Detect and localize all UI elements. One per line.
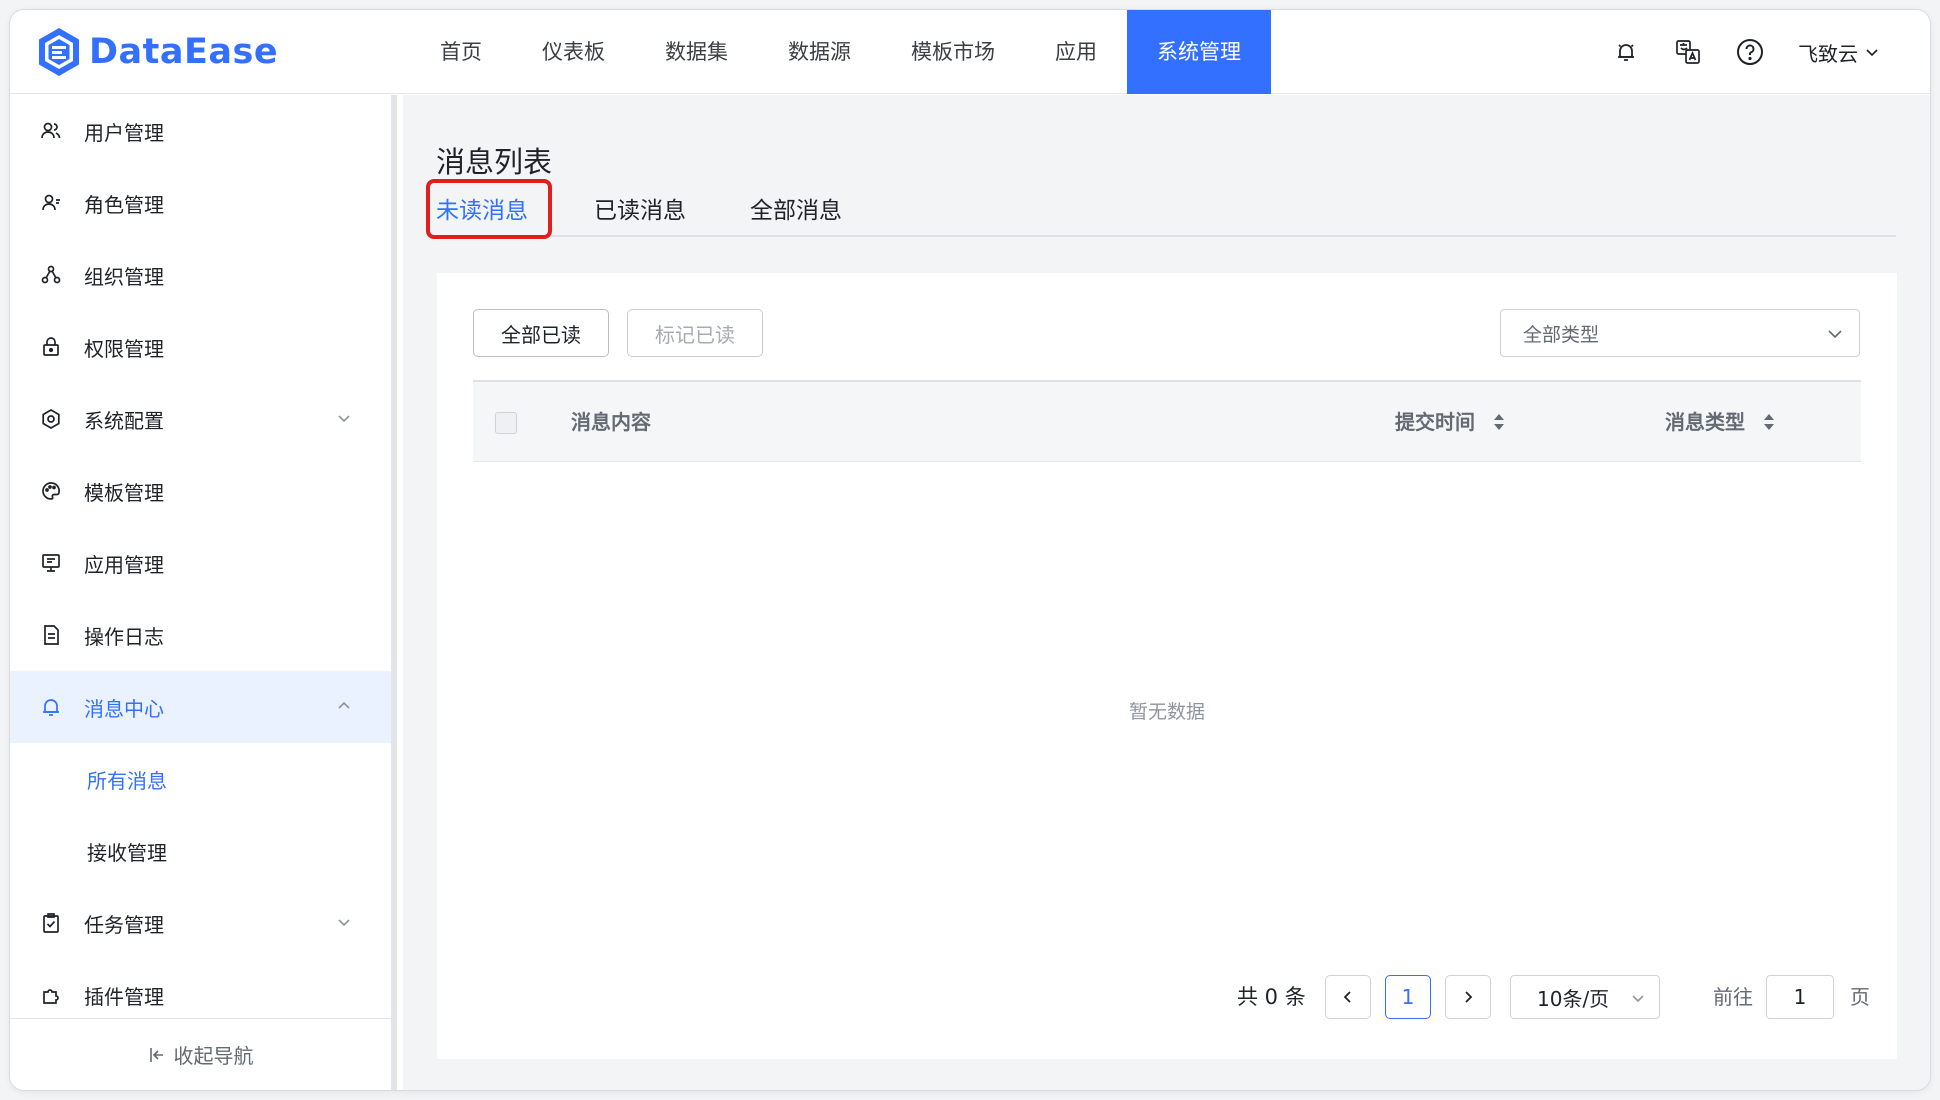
empty-state-text: 暂无数据 bbox=[1128, 701, 1205, 723]
table-header: 消息内容 提交时间 消息类型 bbox=[473, 380, 1861, 462]
type-filter-value: 全部类型 bbox=[1523, 323, 1600, 346]
user-menu[interactable]: 飞致云 bbox=[1798, 38, 1880, 67]
top-nav: 首页 仪表板 数据集 数据源 模板市场 应用 系统管理 bbox=[410, 10, 1271, 94]
user-name: 飞致云 bbox=[1798, 41, 1858, 66]
nav-system-management[interactable]: 系统管理 bbox=[1127, 10, 1271, 94]
sidebar-item-roles[interactable]: 角色管理 bbox=[10, 167, 391, 239]
lock-icon bbox=[40, 336, 62, 358]
sidebar-item-users[interactable]: 用户管理 bbox=[10, 95, 391, 167]
nav-dashboard[interactable]: 仪表板 bbox=[512, 10, 635, 94]
page-suffix-label: 页 bbox=[1850, 985, 1870, 1009]
pagination-total: 共 0 条 bbox=[1237, 985, 1306, 1009]
top-header: DataEase 首页 仪表板 数据集 数据源 模板市场 应用 系统管理 飞致云 bbox=[10, 10, 1930, 94]
sidebar-item-label: 任务管理 bbox=[84, 912, 164, 937]
header-actions: 飞致云 bbox=[1612, 10, 1880, 94]
sidebar-item-label: 消息中心 bbox=[84, 696, 164, 721]
nav-datasource[interactable]: 数据源 bbox=[758, 10, 881, 94]
tab-unread-label: 未读消息 bbox=[436, 198, 528, 224]
chevron-down-icon bbox=[338, 919, 350, 927]
app-window: DataEase 首页 仪表板 数据集 数据源 模板市场 应用 系统管理 飞致云… bbox=[10, 10, 1930, 1090]
chevron-down-icon bbox=[1632, 995, 1644, 1003]
sidebar-item-system-config[interactable]: 系统配置 bbox=[10, 383, 391, 455]
active-tab-underline bbox=[436, 236, 528, 239]
sidebar-subitem-receive-settings[interactable]: 接收管理 bbox=[10, 815, 391, 887]
sidebar-item-label: 组织管理 bbox=[84, 264, 164, 289]
sort-icon[interactable] bbox=[1762, 412, 1776, 432]
sidebar-item-label: 用户管理 bbox=[84, 120, 164, 145]
task-icon bbox=[40, 912, 62, 934]
sidebar-item-label: 角色管理 bbox=[84, 192, 164, 217]
org-icon bbox=[40, 264, 62, 286]
goto-page-input[interactable] bbox=[1766, 975, 1834, 1019]
sidebar-item-label: 系统配置 bbox=[84, 408, 164, 433]
chevron-right-icon bbox=[1465, 991, 1473, 1003]
page-button-current[interactable]: 1 bbox=[1385, 975, 1431, 1019]
chevron-left-icon bbox=[1343, 991, 1351, 1003]
chevron-down-icon bbox=[1866, 49, 1878, 57]
prev-page-button[interactable] bbox=[1325, 975, 1371, 1019]
page-size-select[interactable]: 10条/页 bbox=[1510, 975, 1660, 1019]
sidebar-item-operation-log[interactable]: 操作日志 bbox=[10, 599, 391, 671]
message-tabs: 未读消息 已读消息 全部消息 bbox=[426, 179, 1896, 239]
tab-unread[interactable]: 未读消息 bbox=[426, 179, 552, 239]
sidebar-menu: 用户管理 角色管理 组织管理 权限管理 系统配置 模板管理 应用管理 操作日志 … bbox=[10, 95, 391, 1031]
nav-application[interactable]: 应用 bbox=[1025, 10, 1127, 94]
type-filter-select[interactable]: 全部类型 bbox=[1500, 309, 1860, 357]
sidebar-item-label: 插件管理 bbox=[84, 984, 164, 1009]
page-size-value: 10条/页 bbox=[1537, 986, 1610, 1011]
logo-text: DataEase bbox=[89, 32, 279, 72]
collapse-nav-label: 收起导航 bbox=[173, 1044, 254, 1068]
column-header-message-type[interactable]: 消息类型 bbox=[1665, 382, 1776, 462]
gear-icon bbox=[40, 408, 62, 430]
sidebar-item-organization[interactable]: 组织管理 bbox=[10, 239, 391, 311]
next-page-button[interactable] bbox=[1445, 975, 1491, 1019]
chevron-down-icon bbox=[1828, 330, 1842, 339]
collapse-nav-button[interactable]: 收起导航 bbox=[10, 1018, 391, 1090]
sidebar-item-message-center[interactable]: 消息中心 bbox=[10, 671, 391, 743]
chevron-up-icon bbox=[338, 701, 350, 709]
translate-icon[interactable] bbox=[1674, 38, 1702, 66]
tab-read[interactable]: 已读消息 bbox=[594, 191, 686, 237]
mark-all-read-button[interactable]: 全部已读 bbox=[473, 309, 609, 357]
sidebar-item-permissions[interactable]: 权限管理 bbox=[10, 311, 391, 383]
mark-read-button[interactable]: 标记已读 bbox=[627, 309, 763, 357]
dataease-logo-icon bbox=[39, 28, 79, 76]
log-icon bbox=[40, 624, 62, 646]
sidebar-item-label: 权限管理 bbox=[84, 336, 164, 361]
main-content: 消息列表 未读消息 已读消息 全部消息 全部已读 标记已读 全部类型 消息内容 bbox=[403, 95, 1930, 1090]
message-card: 全部已读 标记已读 全部类型 消息内容 提交时间 消息类型 暂无数据 共 0 条… bbox=[437, 273, 1897, 1059]
users-icon bbox=[40, 120, 62, 142]
logo[interactable]: DataEase bbox=[35, 24, 278, 80]
sidebar-item-label: 模板管理 bbox=[84, 480, 164, 505]
nav-home[interactable]: 首页 bbox=[410, 10, 512, 94]
column-header-submit-time[interactable]: 提交时间 bbox=[1395, 382, 1506, 462]
sidebar: 用户管理 角色管理 组织管理 权限管理 系统配置 模板管理 应用管理 操作日志 … bbox=[10, 95, 397, 1090]
column-header-content: 消息内容 bbox=[571, 410, 651, 434]
sidebar-subitem-all-messages[interactable]: 所有消息 bbox=[10, 743, 391, 815]
sidebar-item-label: 操作日志 bbox=[84, 624, 164, 649]
nav-dataset[interactable]: 数据集 bbox=[635, 10, 758, 94]
bell-icon[interactable] bbox=[1612, 38, 1640, 66]
role-icon bbox=[40, 192, 62, 214]
plugin-icon bbox=[40, 984, 62, 1006]
help-icon[interactable] bbox=[1736, 38, 1764, 66]
sidebar-item-tasks[interactable]: 任务管理 bbox=[10, 887, 391, 959]
sidebar-item-templates[interactable]: 模板管理 bbox=[10, 455, 391, 527]
sidebar-item-label: 应用管理 bbox=[84, 552, 164, 577]
sort-icon[interactable] bbox=[1492, 412, 1506, 432]
sidebar-item-applications[interactable]: 应用管理 bbox=[10, 527, 391, 599]
select-all-checkbox[interactable] bbox=[495, 412, 517, 434]
page-title: 消息列表 bbox=[436, 145, 553, 179]
tab-all[interactable]: 全部消息 bbox=[750, 191, 842, 237]
chevron-down-icon bbox=[338, 415, 350, 423]
collapse-arrow-icon bbox=[149, 1047, 163, 1062]
bell-icon bbox=[40, 696, 62, 718]
goto-label: 前往 bbox=[1713, 985, 1753, 1009]
monitor-icon bbox=[40, 552, 62, 574]
palette-icon bbox=[40, 480, 62, 502]
nav-template-market[interactable]: 模板市场 bbox=[881, 10, 1025, 94]
